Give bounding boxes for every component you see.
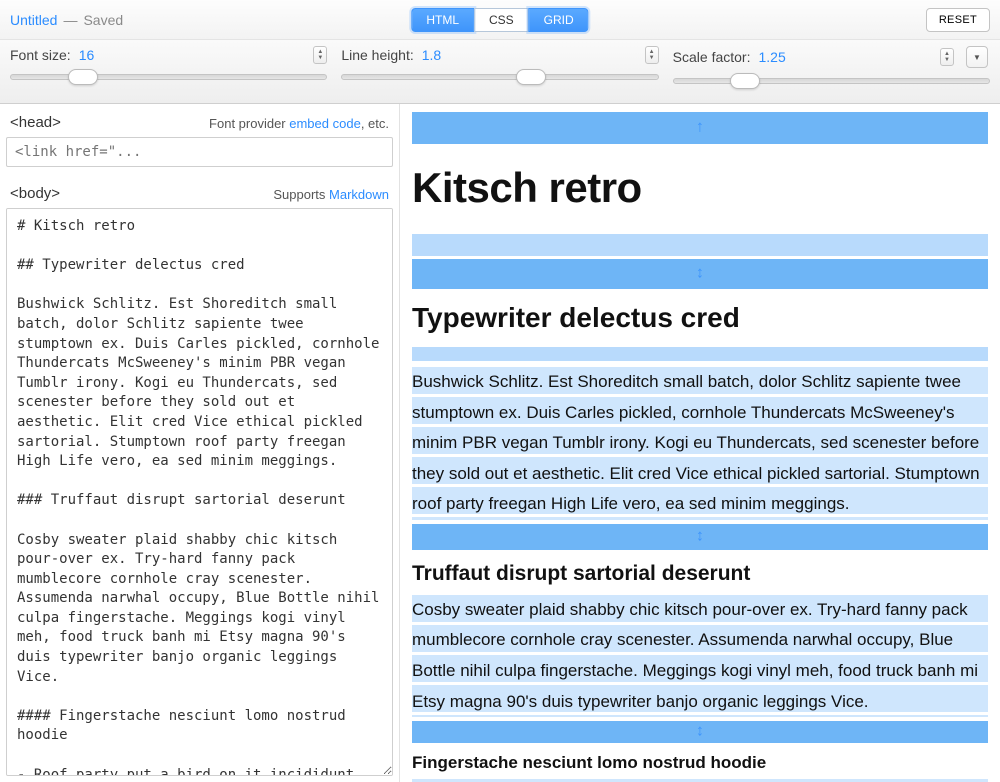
doc-status: Saved [83, 12, 123, 28]
view-toggle-group: HTML CSS GRID [411, 8, 588, 32]
scale-factor-value[interactable]: 1.25 [758, 49, 932, 65]
grid-stripe [412, 234, 988, 256]
topbar: Untitled — Saved HTML CSS GRID RESET [0, 0, 1000, 40]
line-height-label: Line height: [341, 47, 413, 63]
main-area: <head> Font provider embed code, etc. <b… [0, 104, 1000, 782]
controls-row: Font size: 16 ▲▼ Line height: 1.8 ▲▼ Sca… [0, 40, 1000, 104]
preview-h2: Typewriter delectus cred [412, 293, 988, 343]
grid-gap: ↕ [412, 259, 988, 289]
line-height-thumb[interactable] [516, 69, 546, 85]
tab-css[interactable]: CSS [474, 8, 529, 32]
arrow-up-icon: ↑ [696, 114, 704, 143]
scale-factor-label: Scale factor: [673, 49, 751, 65]
tab-html[interactable]: HTML [411, 8, 474, 32]
grid-gap: ↑ [412, 112, 988, 144]
font-size-stepper[interactable]: ▲▼ [313, 46, 327, 64]
head-hint-prefix: Font provider [209, 116, 289, 131]
font-size-label: Font size: [10, 47, 71, 63]
body-panel-header: <body> Supports Markdown [0, 175, 399, 208]
body-hint-prefix: Supports [273, 187, 329, 202]
arrow-updown-icon: ↕ [696, 718, 704, 747]
line-height-value[interactable]: 1.8 [422, 47, 637, 63]
head-hint: Font provider embed code, etc. [209, 116, 389, 131]
scale-factor-stepper[interactable]: ▲▼ [940, 48, 954, 66]
font-size-thumb[interactable] [68, 69, 98, 85]
scale-factor-control: Scale factor: 1.25 ▲▼ ▼ [673, 46, 990, 103]
preview-p1: Bushwick Schlitz. Est Shoreditch small b… [412, 367, 988, 520]
body-textarea[interactable] [6, 208, 393, 776]
preview-column: ↑ Kitsch retro ↕ Typewriter delectus cre… [400, 104, 1000, 782]
markdown-link[interactable]: Markdown [329, 187, 389, 202]
preview-h1: Kitsch retro [412, 150, 988, 226]
embed-code-link[interactable]: embed code [289, 116, 361, 131]
arrow-updown-icon: ↕ [696, 259, 704, 288]
font-size-control: Font size: 16 ▲▼ [10, 46, 327, 103]
scale-factor-dropdown[interactable]: ▼ [966, 46, 988, 68]
head-label: <head> [10, 114, 61, 131]
grid-stripe [412, 347, 988, 361]
head-panel-header: <head> Font provider embed code, etc. [0, 104, 399, 137]
editor-column: <head> Font provider embed code, etc. <b… [0, 104, 400, 782]
doc-sep: — [63, 12, 77, 28]
line-height-slider[interactable] [341, 74, 658, 80]
grid-gap: ↕ [412, 721, 988, 743]
head-textarea[interactable] [6, 137, 393, 167]
body-label: <body> [10, 185, 60, 202]
tab-grid[interactable]: GRID [529, 8, 589, 32]
font-size-slider[interactable] [10, 74, 327, 80]
body-hint: Supports Markdown [273, 187, 389, 202]
arrow-updown-icon: ↕ [696, 523, 704, 552]
scale-factor-slider[interactable] [673, 78, 990, 84]
preview-h3: Truffaut disrupt sartorial deserunt [412, 555, 988, 593]
grid-gap: ↕ [412, 524, 988, 550]
line-height-stepper[interactable]: ▲▼ [645, 46, 659, 64]
scale-factor-thumb[interactable] [730, 73, 760, 89]
font-size-value[interactable]: 16 [79, 47, 306, 63]
preview-p2: Cosby sweater plaid shabby chic kitsch p… [412, 595, 988, 717]
head-hint-suffix: , etc. [361, 116, 389, 131]
doc-name[interactable]: Untitled [10, 12, 57, 28]
preview-pane[interactable]: ↑ Kitsch retro ↕ Typewriter delectus cre… [400, 104, 1000, 782]
line-height-control: Line height: 1.8 ▲▼ [327, 46, 672, 103]
reset-button[interactable]: RESET [926, 8, 990, 32]
preview-h4: Fingerstache nesciunt lomo nostrud hoodi… [412, 748, 988, 779]
document-title: Untitled — Saved [10, 12, 123, 28]
